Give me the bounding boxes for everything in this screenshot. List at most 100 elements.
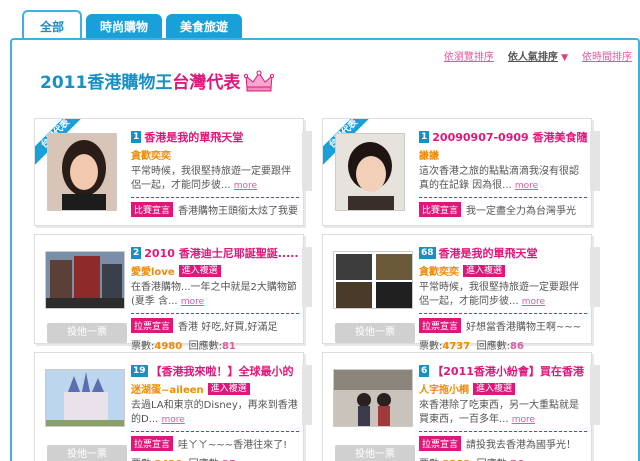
vote-button[interactable]: 投他一票: [335, 323, 415, 343]
entry-photo[interactable]: [45, 251, 125, 309]
comments-label: 回應數:: [188, 341, 222, 352]
tab-all[interactable]: 全部: [22, 10, 83, 40]
comment-count[interactable]: 81: [222, 341, 236, 352]
entry-title[interactable]: 2010 香港迪士尼耶誕聖誕.....: [144, 245, 298, 261]
comments-label: 回應數:: [476, 341, 510, 352]
entry-author[interactable]: 貪歡奕奕: [131, 147, 171, 162]
vote-stats: 票數:4737 回應數:86: [419, 337, 587, 352]
slogan-label: 拉票宣言: [131, 436, 174, 451]
more-link[interactable]: more: [234, 181, 257, 191]
more-link[interactable]: more: [161, 415, 184, 425]
vote-button[interactable]: 投他一票: [335, 445, 415, 461]
sort-by-popularity-wrap: 依人氣排序 ▼: [508, 48, 568, 63]
sort-by-time[interactable]: 依時間排序: [582, 48, 632, 63]
divider: [131, 313, 299, 314]
divider: [131, 197, 299, 198]
entry-info: 1 20090907-0909 香港美食隨 謙謙 這次香港之旅的點點滴滴我沒有很…: [419, 129, 587, 217]
entry-rank: 19: [131, 365, 148, 377]
vote-count: 4980: [154, 341, 183, 352]
entry-desc: 去過LA和東京的Disney，再來到香港的D...: [131, 400, 298, 425]
slogan-text: 我一定盡全力為台灣爭光: [466, 206, 577, 217]
entry-title[interactable]: 香港是我的單飛天堂: [439, 245, 538, 261]
status-badge: 進入複選: [463, 264, 506, 277]
entry-card: 6 【2011香港小紛會】買在香港 人字拖小桐 進入複選 來香港除了吃東西，另一…: [322, 352, 600, 461]
entry-info: 6 【2011香港小紛會】買在香港 人字拖小桐 進入複選 來香港除了吃東西，另一…: [419, 363, 587, 461]
vote-button[interactable]: 投他一票: [47, 445, 127, 461]
entry-title[interactable]: 【香港我來啦！】全球最小的: [151, 363, 294, 379]
card-shadow-tab: [302, 247, 312, 307]
entry-card: 68 香港是我的單飛天堂 貪歡奕奕 進入複選 平常時候，我很堅持旅遊一定要跟伴侶…: [322, 234, 600, 352]
entry-title[interactable]: 香港是我的單飛天堂: [144, 129, 243, 145]
entry-photo[interactable]: [335, 133, 405, 211]
entry-photo[interactable]: [333, 251, 413, 309]
status-badge: 進入複選: [178, 264, 221, 277]
entry-card: 台灣代表 1 20090907-0909 香港美食隨 謙謙 這次香港之旅的點點滴…: [322, 118, 600, 226]
entry-author[interactable]: 謙謙: [419, 147, 439, 162]
page-title: 2011香港購物王 台灣代表: [40, 68, 275, 93]
card-shadow-tab: [590, 131, 600, 191]
entry-desc: 平常時候，我很堅持旅遊一定要跟伴侶一起，才能同步彼...: [419, 282, 579, 307]
slogan-text: 好想當香港購物王啊~~~: [466, 322, 582, 333]
entry-photo[interactable]: [47, 133, 117, 211]
vote-stats: 票數:4980 回應數:81: [131, 337, 299, 352]
divider: [419, 313, 587, 314]
divider: [419, 431, 587, 432]
entry-photo[interactable]: [45, 369, 125, 427]
entry-desc: 平常時候，我很堅持旅遊一定要跟伴侶一起，才能同步彼...: [131, 166, 291, 191]
slogan-label: 比賽宣言: [419, 202, 462, 217]
slogan-text: 哇ㄚㄚ~~~香港往來了!: [178, 440, 288, 451]
page-title-pink: 台灣代表: [172, 73, 241, 93]
chevron-down-icon: ▼: [561, 53, 568, 63]
slogan-label: 拉票宣言: [419, 318, 462, 333]
entry-author[interactable]: 愛愛love: [131, 263, 175, 278]
sort-by-views[interactable]: 依瀏覽排序: [444, 48, 494, 63]
slogan-text: 香港購物王頭銜太炫了我要: [178, 206, 299, 217]
entry-rank: 1: [131, 131, 142, 143]
vote-stats: 票數:3283 回應數:56: [419, 455, 587, 461]
entry-rank: 68: [419, 247, 436, 259]
status-badge: 進入複選: [473, 382, 516, 395]
entry-card: 台灣代表 1 香港是我的單飛天堂 貪歡奕奕 平常時候，我很堅持旅遊一定要跟伴侶一…: [34, 118, 312, 226]
slogan-text: 請投我去香港為國爭光！: [466, 440, 577, 451]
entry-desc: 這次香港之旅的點點滴滴我沒有很認真的在記錄 因為很...: [419, 166, 579, 191]
entry-title[interactable]: 【2011香港小紛會】買在香港: [432, 363, 584, 379]
entry-author[interactable]: 人字拖小桐: [419, 381, 469, 396]
slogan-text: 香港 好吃,好買,好滿足: [178, 322, 278, 333]
more-link[interactable]: more: [515, 181, 538, 191]
entry-photo[interactable]: [333, 369, 413, 427]
card-shadow-tab: [590, 247, 600, 307]
entry-author[interactable]: 貪歡奕奕: [419, 263, 459, 278]
entry-author[interactable]: 迷湖蛋~aileen: [131, 381, 204, 396]
vote-button[interactable]: 投他一票: [47, 323, 127, 343]
vote-stats: 票數:3420 回應數:35: [131, 455, 299, 461]
more-link[interactable]: more: [181, 297, 204, 307]
entry-rank: 2: [131, 247, 142, 259]
comment-count[interactable]: 86: [510, 341, 524, 352]
votes-label: 票數:: [419, 341, 443, 352]
slogan-label: 比賽宣言: [131, 202, 174, 217]
more-link[interactable]: more: [522, 297, 545, 307]
entry-desc: 來香港除了吃東西，另一大重點就是買東西，一百多年...: [419, 400, 579, 425]
card-shadow-tab: [590, 365, 600, 425]
votes-label: 票數:: [131, 341, 155, 352]
page-title-blue: 2011香港購物王: [40, 73, 173, 93]
slogan-label: 拉票宣言: [419, 436, 462, 451]
entry-info: 2 2010 香港迪士尼耶誕聖誕..... 愛愛love 進入複選 在香港購物.…: [131, 245, 299, 352]
entry-card: 19 【香港我來啦！】全球最小的 迷湖蛋~aileen 進入複選 去過LA和東京…: [34, 352, 312, 461]
divider: [419, 197, 587, 198]
more-link[interactable]: more: [512, 415, 535, 425]
sort-options: 依瀏覽排序 依人氣排序 ▼ 依時間排序: [444, 48, 632, 63]
crown-icon: [244, 70, 275, 91]
entry-info: 19 【香港我來啦！】全球最小的 迷湖蛋~aileen 進入複選 去過LA和東京…: [131, 363, 299, 461]
entry-rank: 1: [419, 131, 430, 143]
entry-desc: 在香港購物...一年之中就是2大購物節(夏季 含...: [131, 282, 297, 307]
entry-card: 2 2010 香港迪士尼耶誕聖誕..... 愛愛love 進入複選 在香港購物.…: [34, 234, 312, 352]
divider: [131, 431, 299, 432]
vote-count: 4737: [442, 341, 471, 352]
sort-by-popularity[interactable]: 依人氣排序: [508, 52, 558, 63]
status-badge: 進入複選: [207, 382, 250, 395]
category-tabs: 全部 時尚購物 美食旅遊: [22, 10, 243, 40]
tab-food-travel[interactable]: 美食旅遊: [166, 14, 243, 40]
tab-fashion-shopping[interactable]: 時尚購物: [86, 14, 163, 40]
entry-title[interactable]: 20090907-0909 香港美食隨: [432, 129, 587, 145]
